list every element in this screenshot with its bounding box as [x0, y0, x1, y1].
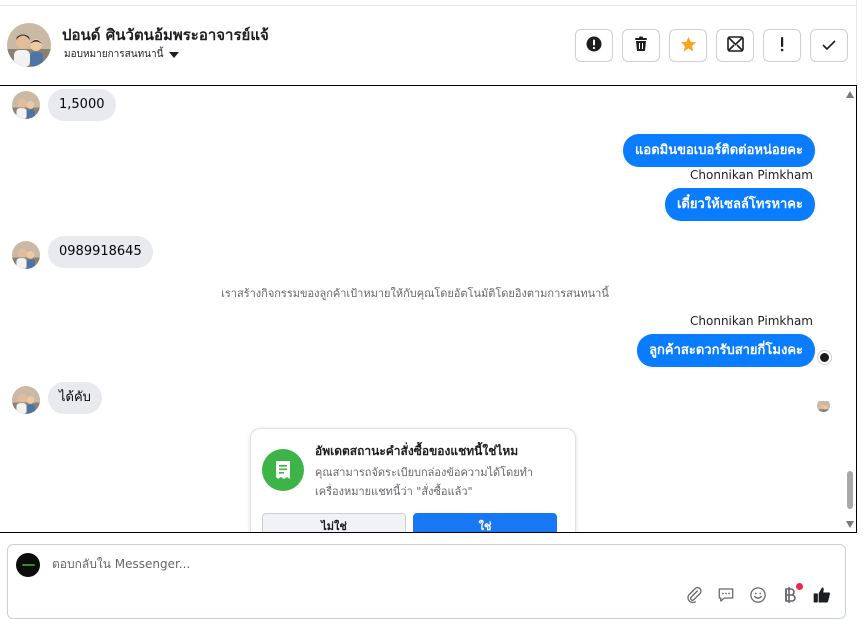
outgoing-message[interactable]: เดี๋ยวให้เซลล์โทรหาคะ: [664, 188, 815, 221]
reply-composer: [7, 544, 846, 619]
payment-button[interactable]: [779, 583, 803, 608]
decline-button[interactable]: ไม่ใช่: [262, 513, 406, 532]
contact-avatar[interactable]: [7, 23, 51, 67]
prompt-body: คุณสามารถจัดระเบียบกล่องข้อความได้โดยทำเ…: [315, 466, 534, 498]
attach-button[interactable]: [683, 586, 705, 608]
incoming-message[interactable]: ได้คับ: [48, 382, 102, 414]
exclamation-icon: [779, 36, 785, 56]
scrollbar-thumb[interactable]: [847, 471, 853, 509]
composer-tools: [683, 583, 833, 608]
scroll-up-icon[interactable]: [846, 91, 854, 98]
follow-up-button[interactable]: [763, 29, 801, 62]
scroll-down-icon[interactable]: [846, 521, 854, 528]
mark-unread-icon: [726, 35, 744, 56]
trash-icon: [634, 36, 648, 56]
contact-name: ปอนด์ ศินวัตนอ้มพระอาจารย์แจ้: [62, 26, 269, 44]
read-receipt-avatar: [817, 399, 830, 412]
caret-down-icon: [169, 51, 180, 58]
outgoing-message[interactable]: ลูกค้าสะดวกรับสายกี่โมงคะ: [637, 334, 815, 367]
sender-avatar: [12, 386, 40, 414]
order-status-prompt: อัพเดตสถานะคำสั่งซื้อของแชทนี้ใช่ไหม คุณ…: [250, 428, 576, 532]
sender-name: Chonnikan Pimkham: [690, 168, 813, 182]
outgoing-message[interactable]: แอดมินขอเบอร์ติดต่อหน่อยคะ: [623, 134, 815, 167]
star-icon: [680, 36, 697, 56]
message-thread[interactable]: 1,5000 แอดมินขอเบอร์ติดต่อหน่อยคะ Chonni…: [0, 85, 857, 533]
saved-replies-button[interactable]: [715, 586, 737, 608]
page-avatar: [16, 553, 40, 577]
reply-input[interactable]: [52, 557, 752, 571]
header-right-border: [856, 0, 857, 85]
prompt-title: อัพเดตสถานะคำสั่งซื้อของแชทนี้ใช่ไหม: [315, 444, 519, 458]
report-spam-button[interactable]: [575, 29, 613, 62]
sender-avatar: [12, 241, 40, 269]
mark-done-button[interactable]: [810, 29, 848, 62]
star-button[interactable]: [669, 29, 707, 62]
delete-button[interactable]: [622, 29, 660, 62]
conversation-toolbar: [575, 29, 848, 62]
baht-icon: [783, 586, 797, 608]
scrollbar[interactable]: [844, 86, 856, 532]
page-seen-icon: [818, 351, 831, 364]
incoming-message[interactable]: 0989918645: [48, 236, 153, 268]
assign-conversation-dropdown[interactable]: มอบหมายการสนทนานี้: [64, 47, 180, 62]
smiley-icon: [749, 586, 767, 608]
system-notice: เราสร้างกิจกรรมของลูกค้าเป้าหมายให้กับคุ…: [221, 287, 609, 300]
confirm-button[interactable]: ใช่: [413, 513, 557, 532]
assign-label: มอบหมายการสนทนานี้: [64, 49, 164, 60]
receipt-icon: [262, 449, 304, 491]
like-button[interactable]: [811, 586, 833, 608]
sender-name: Chonnikan Pimkham: [690, 314, 813, 328]
thumbs-up-icon: [812, 585, 832, 609]
incoming-message[interactable]: 1,5000: [48, 89, 116, 121]
report-spam-icon: [586, 36, 602, 56]
notification-dot-icon: [796, 583, 803, 590]
top-divider: [0, 5, 856, 6]
checkmark-icon: [822, 36, 836, 55]
emoji-button[interactable]: [747, 586, 769, 608]
mark-unread-button[interactable]: [716, 29, 754, 62]
paperclip-icon: [685, 586, 703, 608]
chat-bubble-icon: [717, 586, 735, 608]
sender-avatar: [12, 91, 40, 119]
